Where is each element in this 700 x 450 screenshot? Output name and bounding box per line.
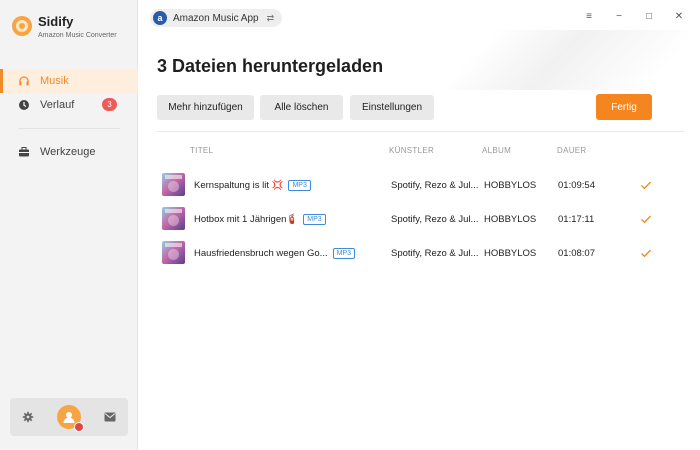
menu-icon[interactable]: ≡: [582, 9, 596, 23]
sidebar-divider: [18, 128, 120, 129]
delete-all-button[interactable]: Alle löschen: [260, 95, 343, 120]
add-more-button[interactable]: Mehr hinzufügen: [157, 95, 254, 120]
headphones-icon: [18, 75, 30, 87]
sidebar-item-verlauf[interactable]: Verlauf 3: [0, 93, 138, 117]
history-count-badge: 3: [102, 98, 117, 111]
close-icon[interactable]: ✕: [672, 9, 686, 23]
done-button[interactable]: Fertig: [596, 94, 652, 120]
checkmark-icon: [641, 181, 651, 190]
sidebar-item-label: Werkzeuge: [40, 146, 96, 158]
app-name: Sidify: [38, 14, 74, 29]
track-title: Hotbox mit 1 Jährigen🧯: [194, 213, 299, 225]
source-label: Amazon Music App: [173, 12, 259, 24]
format-badge: MP3: [332, 247, 356, 259]
toolbox-icon: [18, 146, 30, 158]
column-header-duration: DAUER: [557, 146, 587, 155]
amazon-icon: a: [153, 11, 167, 25]
album-art-thumbnail: [162, 241, 185, 264]
track-album: HOBBYLOS: [484, 213, 537, 225]
column-header-artist: KÜNSTLER: [389, 146, 435, 155]
format-badge: MP3: [288, 179, 311, 191]
checkmark-icon: [641, 249, 651, 258]
track-album: HOBBYLOS: [484, 247, 537, 259]
window-controls: ≡ − □ ✕: [582, 9, 686, 23]
table-row[interactable]: Hotbox mit 1 Jährigen🧯 MP3 Spotify, Rezo…: [157, 203, 684, 235]
track-artist: Spotify, Rezo & Jul...: [391, 213, 479, 225]
track-duration: 01:17:11: [558, 213, 595, 225]
column-header-title: TITEL: [190, 146, 214, 155]
track-title: Kernspaltung is lit 💢: [194, 179, 284, 191]
page-title: 3 Dateien heruntergeladen: [157, 56, 384, 76]
track-artist: Spotify, Rezo & Jul...: [391, 247, 479, 259]
clock-icon: [18, 99, 30, 111]
user-avatar-icon[interactable]: [56, 405, 84, 432]
settings-button[interactable]: Einstellungen: [350, 95, 434, 120]
app-logo-block: Sidify Amazon Music Converter: [12, 14, 117, 39]
album-art-thumbnail: [162, 173, 185, 196]
sidebar-item-label: Verlauf: [40, 99, 75, 111]
sidebar-item-werkzeuge[interactable]: Werkzeuge: [0, 140, 138, 164]
table-row[interactable]: Hausfriedensbruch wegen Go... MP3 Spotif…: [157, 237, 684, 269]
header-decoration: [449, 30, 691, 90]
account-status-icon: [73, 422, 84, 432]
sidify-logo-icon: [12, 16, 32, 36]
track-duration: 01:09:54: [558, 179, 595, 191]
track-title: Hausfriedensbruch wegen Go...: [194, 247, 328, 259]
sidebar-item-label: Musik: [40, 75, 69, 87]
track-artist: Spotify, Rezo & Jul...: [391, 179, 479, 191]
mail-icon[interactable]: [102, 409, 118, 425]
format-badge: MP3: [303, 213, 326, 225]
track-duration: 01:08:07: [558, 247, 595, 259]
maximize-icon[interactable]: □: [642, 9, 656, 23]
album-art-thumbnail: [162, 207, 185, 230]
divider: [157, 131, 684, 132]
sidebar-item-musik[interactable]: Musik: [0, 69, 138, 93]
sidebar: Sidify Amazon Music Converter Musik Verl…: [0, 0, 138, 450]
sidebar-bottom-bar: [10, 398, 128, 436]
swap-icon: ⇄: [266, 12, 275, 23]
checkmark-icon: [641, 215, 651, 224]
track-album: HOBBYLOS: [484, 179, 537, 191]
table-row[interactable]: Kernspaltung is lit 💢 MP3 Spotify, Rezo …: [157, 169, 684, 201]
gear-icon[interactable]: [20, 409, 36, 425]
minimize-icon[interactable]: −: [612, 9, 626, 23]
column-header-album: ALBUM: [482, 146, 512, 155]
source-selector[interactable]: a Amazon Music App ⇄: [150, 9, 283, 27]
app-subtitle: Amazon Music Converter: [38, 32, 117, 39]
